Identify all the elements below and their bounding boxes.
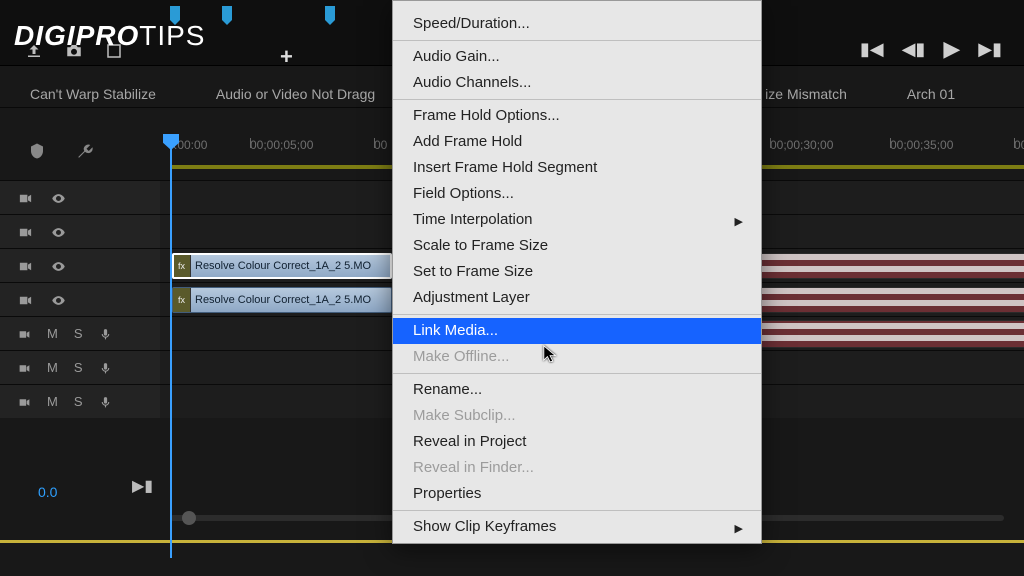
transport-controls: ▮◀ ◀▮ ▶ ▶▮ <box>860 36 1002 62</box>
jump-to-end-icon[interactable]: ▶▮ <box>132 476 153 496</box>
menu-item-adjustment-layer[interactable]: Adjustment Layer <box>393 285 761 311</box>
watermark-logo: DIGIPROTIPS <box>14 20 205 52</box>
track-header[interactable] <box>0 215 160 248</box>
zoom-handle[interactable] <box>182 511 196 525</box>
menu-group: Link Media...Make Offline... <box>393 314 761 373</box>
menu-item-rename[interactable]: Rename... <box>393 377 761 403</box>
play-icon[interactable]: ▶ <box>943 36 960 62</box>
logo-part-a: DIGI <box>14 20 76 51</box>
menu-item-set-to-frame-size[interactable]: Set to Frame Size <box>393 259 761 285</box>
menu-item-show-clip-keyframes[interactable]: Show Clip Keyframes <box>393 514 761 540</box>
solo-button[interactable]: S <box>74 394 83 409</box>
mute-button[interactable]: M <box>47 360 58 375</box>
fx-badge: fx <box>173 254 191 278</box>
mute-button[interactable]: M <box>47 326 58 341</box>
tab-audio-video[interactable]: Audio or Video Not Dragg <box>216 86 375 102</box>
menu-group: Rename...Make Subclip...Reveal in Projec… <box>393 373 761 510</box>
wrench-icon[interactable] <box>76 140 94 161</box>
logo-part-c: TIPS <box>139 20 205 51</box>
current-timecode[interactable]: 0.0 <box>38 484 57 500</box>
work-area-bar[interactable] <box>170 165 392 169</box>
menu-item-audio-channels[interactable]: Audio Channels... <box>393 70 761 96</box>
eye-icon[interactable] <box>51 189 66 206</box>
menu-item-field-options[interactable]: Field Options... <box>393 181 761 207</box>
tab-cant-warp[interactable]: Can't Warp Stabilize <box>30 86 156 102</box>
menu-item-make-subclip: Make Subclip... <box>393 403 761 429</box>
work-area-bar[interactable] <box>759 165 1024 169</box>
menu-item-insert-frame-hold-segment[interactable]: Insert Frame Hold Segment <box>393 155 761 181</box>
eye-icon[interactable] <box>51 223 66 240</box>
marker-icon[interactable] <box>222 6 232 20</box>
clip-name: Resolve Colour Correct_1A_2 5.MO <box>191 260 375 272</box>
ruler-label: 00;00;30;00 <box>770 138 833 152</box>
video-clip[interactable]: fx Resolve Colour Correct_1A_2 5.MO <box>172 253 392 279</box>
tab-size-mismatch[interactable]: ize Mismatch <box>765 86 847 102</box>
menu-item-link-media[interactable]: Link Media... <box>393 318 761 344</box>
eye-icon[interactable] <box>51 257 66 274</box>
cam-icon[interactable] <box>18 223 33 240</box>
step-back-icon[interactable]: ◀▮ <box>902 39 926 60</box>
mic-icon[interactable] <box>99 394 112 409</box>
playhead[interactable] <box>170 138 172 558</box>
cam-icon[interactable] <box>18 291 33 308</box>
marker-icon[interactable] <box>325 6 335 20</box>
timeline-panel-tools <box>28 140 94 161</box>
add-button-icon[interactable]: + <box>280 44 293 70</box>
shield-icon[interactable] <box>28 140 46 161</box>
menu-item-properties[interactable]: Properties <box>393 481 761 507</box>
mute-button[interactable]: M <box>47 394 58 409</box>
cam-icon[interactable] <box>18 189 33 206</box>
menu-item-frame-hold-options[interactable]: Frame Hold Options... <box>393 103 761 129</box>
clip-name: Resolve Colour Correct_1A_2 5.MO <box>191 294 375 306</box>
track-header[interactable] <box>0 283 160 316</box>
menu-item-make-offline: Make Offline... <box>393 344 761 370</box>
ruler-label: 00;00;35;00 <box>890 138 953 152</box>
cam-icon[interactable] <box>18 360 31 375</box>
cam-icon[interactable] <box>18 326 31 341</box>
menu-item-scale-to-frame-size[interactable]: Scale to Frame Size <box>393 233 761 259</box>
ruler-label: 00;0 <box>1014 138 1024 152</box>
goto-end-icon[interactable]: ▶▮ <box>978 39 1002 60</box>
menu-item-add-frame-hold[interactable]: Add Frame Hold <box>393 129 761 155</box>
track-header[interactable]: M S <box>0 385 160 418</box>
cam-icon[interactable] <box>18 394 31 409</box>
menu-item-speed-duration[interactable]: Speed/Duration... <box>393 11 761 37</box>
eye-icon[interactable] <box>51 291 66 308</box>
menu-item-reveal-in-finder: Reveal in Finder... <box>393 455 761 481</box>
marker-icon[interactable] <box>170 6 180 20</box>
track-header[interactable] <box>0 249 160 282</box>
ruler-label: 00 <box>374 138 387 152</box>
tab-arch01[interactable]: Arch 01 <box>907 86 955 102</box>
goto-start-icon[interactable]: ▮◀ <box>860 39 884 60</box>
solo-button[interactable]: S <box>74 360 83 375</box>
ruler-label: 00;00;05;00 <box>250 138 313 152</box>
fx-badge: fx <box>173 288 191 312</box>
ruler-label: :00:00 <box>174 138 207 152</box>
menu-group: Speed/Duration... <box>393 1 761 40</box>
track-header[interactable]: M S <box>0 351 160 384</box>
menu-item-reveal-in-project[interactable]: Reveal in Project <box>393 429 761 455</box>
menu-group: Show Clip Keyframes <box>393 510 761 543</box>
logo-part-b: PRO <box>76 20 140 51</box>
mic-icon[interactable] <box>99 326 112 341</box>
clip-context-menu: Speed/Duration... Audio Gain...Audio Chan… <box>392 0 762 544</box>
menu-group: Frame Hold Options...Add Frame HoldInser… <box>393 99 761 314</box>
cam-icon[interactable] <box>18 257 33 274</box>
menu-item-time-interpolation[interactable]: Time Interpolation <box>393 207 761 233</box>
menu-group: Audio Gain...Audio Channels... <box>393 40 761 99</box>
video-clip[interactable]: fx Resolve Colour Correct_1A_2 5.MO <box>172 287 392 313</box>
mic-icon[interactable] <box>99 360 112 375</box>
solo-button[interactable]: S <box>74 326 83 341</box>
menu-item-audio-gain[interactable]: Audio Gain... <box>393 44 761 70</box>
track-header[interactable] <box>0 181 160 214</box>
track-header[interactable]: M S <box>0 317 160 350</box>
